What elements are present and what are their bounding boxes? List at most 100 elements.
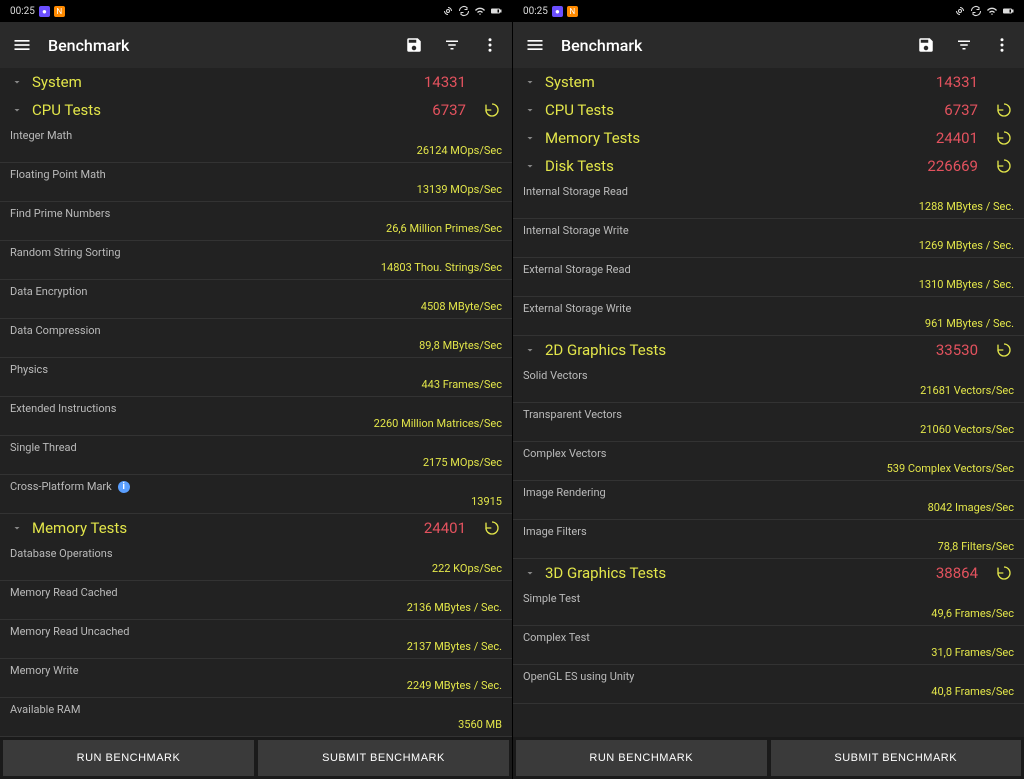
result-row[interactable]: Integer Math26124 MOps/Sec bbox=[0, 124, 512, 163]
result-row[interactable]: Internal Storage Write1269 MBytes / Sec. bbox=[513, 219, 1024, 258]
result-row[interactable]: Floating Point Math13139 MOps/Sec bbox=[0, 163, 512, 202]
result-row[interactable]: Solid Vectors21681 Vectors/Sec bbox=[513, 364, 1024, 403]
chevron-down-icon bbox=[523, 566, 537, 580]
result-value: 14803 Thou. Strings/Sec bbox=[10, 261, 502, 278]
result-row[interactable]: Data Encryption4508 MByte/Sec bbox=[0, 280, 512, 319]
result-label: Image Filters bbox=[523, 521, 1014, 540]
result-label: Data Compression bbox=[10, 320, 502, 339]
footer: RUN BENCHMARK SUBMIT BENCHMARK bbox=[513, 737, 1024, 779]
section-cpu[interactable]: CPU Tests 6737 bbox=[513, 96, 1024, 124]
phone-right: 00:25 ● N Benchmark System 14 bbox=[512, 0, 1024, 779]
result-label: Simple Test bbox=[523, 588, 1014, 607]
result-label: Internal Storage Write bbox=[523, 220, 1014, 239]
result-row[interactable]: Random String Sorting14803 Thou. Strings… bbox=[0, 241, 512, 280]
appbar-title: Benchmark bbox=[48, 36, 129, 55]
section-disk[interactable]: Disk Tests 226669 bbox=[513, 152, 1024, 180]
result-row[interactable]: Simple Test49,6 Frames/Sec bbox=[513, 587, 1024, 626]
result-label: Find Prime Numbers bbox=[10, 203, 502, 222]
save-icon[interactable] bbox=[402, 33, 426, 57]
filter-icon[interactable] bbox=[952, 33, 976, 57]
result-label: Extended Instructions bbox=[10, 398, 502, 417]
nfc-icon bbox=[442, 5, 454, 17]
result-value: 89,8 MBytes/Sec bbox=[10, 339, 502, 356]
result-row[interactable]: External Storage Write961 MBytes / Sec. bbox=[513, 297, 1024, 336]
chevron-down-icon bbox=[523, 103, 537, 117]
results-list[interactable]: System 14331 CPU Tests 6737 Memory Tests… bbox=[513, 68, 1024, 737]
more-icon[interactable] bbox=[478, 33, 502, 57]
section-score: 6737 bbox=[432, 101, 466, 119]
menu-icon[interactable] bbox=[523, 33, 547, 57]
result-label: Floating Point Math bbox=[10, 164, 502, 183]
section-2d[interactable]: 2D Graphics Tests 33530 bbox=[513, 336, 1024, 364]
appbar-title: Benchmark bbox=[561, 36, 642, 55]
results-list[interactable]: System 14331 CPU Tests 6737 Integer Math… bbox=[0, 68, 512, 737]
result-row[interactable]: Memory Read Cached2136 MBytes / Sec. bbox=[0, 581, 512, 620]
result-label: Physics bbox=[10, 359, 502, 378]
status-badge-icon: ● bbox=[552, 6, 563, 17]
result-row[interactable]: Image Filters78,8 Filters/Sec bbox=[513, 520, 1024, 559]
result-row[interactable]: Find Prime Numbers26,6 Million Primes/Se… bbox=[0, 202, 512, 241]
result-label: OpenGL ES using Unity bbox=[523, 666, 1014, 685]
result-label: Random String Sorting bbox=[10, 242, 502, 261]
result-label: Solid Vectors bbox=[523, 365, 1014, 384]
result-row[interactable]: Image Rendering8042 Images/Sec bbox=[513, 481, 1024, 520]
reload-icon[interactable] bbox=[482, 100, 502, 120]
section-score: 38864 bbox=[936, 564, 978, 582]
result-row[interactable]: Memory Read Uncached2137 MBytes / Sec. bbox=[0, 620, 512, 659]
result-row[interactable]: Single Thread2175 MOps/Sec bbox=[0, 436, 512, 475]
chevron-down-icon bbox=[523, 159, 537, 173]
battery-icon bbox=[1002, 5, 1014, 17]
run-benchmark-button[interactable]: RUN BENCHMARK bbox=[3, 740, 254, 776]
result-row[interactable]: Internal Storage Read1288 MBytes / Sec. bbox=[513, 180, 1024, 219]
section-memory[interactable]: Memory Tests 24401 bbox=[0, 514, 512, 542]
section-3d[interactable]: 3D Graphics Tests 38864 bbox=[513, 559, 1024, 587]
result-label: Complex Vectors bbox=[523, 443, 1014, 462]
result-value: 2136 MBytes / Sec. bbox=[10, 601, 502, 618]
submit-benchmark-button[interactable]: SUBMIT BENCHMARK bbox=[771, 740, 1022, 776]
save-icon[interactable] bbox=[914, 33, 938, 57]
chevron-down-icon bbox=[10, 75, 24, 89]
section-cpu[interactable]: CPU Tests 6737 bbox=[0, 96, 512, 124]
result-row[interactable]: Cross-Platform Marki13915 bbox=[0, 475, 512, 514]
section-system[interactable]: System 14331 bbox=[0, 68, 512, 96]
status-badge-icon: N bbox=[567, 6, 578, 17]
result-label: External Storage Read bbox=[523, 259, 1014, 278]
more-icon[interactable] bbox=[990, 33, 1014, 57]
result-label: Memory Read Uncached bbox=[10, 621, 502, 640]
statusbar: 00:25 ● N bbox=[0, 0, 512, 22]
section-system[interactable]: System 14331 bbox=[513, 68, 1024, 96]
status-badge-icon: ● bbox=[39, 6, 50, 17]
section-title: System bbox=[545, 73, 928, 91]
result-label: Memory Read Cached bbox=[10, 582, 502, 601]
filter-icon[interactable] bbox=[440, 33, 464, 57]
submit-benchmark-button[interactable]: SUBMIT BENCHMARK bbox=[258, 740, 509, 776]
reload-icon[interactable] bbox=[994, 563, 1014, 583]
nfc-icon bbox=[954, 5, 966, 17]
result-value: 1310 MBytes / Sec. bbox=[523, 278, 1014, 295]
result-row[interactable]: Available RAM3560 MB bbox=[0, 698, 512, 737]
result-row[interactable]: Data Compression89,8 MBytes/Sec bbox=[0, 319, 512, 358]
result-value: 2137 MBytes / Sec. bbox=[10, 640, 502, 657]
section-score: 226669 bbox=[927, 157, 978, 175]
reload-icon[interactable] bbox=[482, 518, 502, 538]
reload-icon[interactable] bbox=[994, 156, 1014, 176]
section-memory[interactable]: Memory Tests 24401 bbox=[513, 124, 1024, 152]
result-row[interactable]: Complex Test31,0 Frames/Sec bbox=[513, 626, 1024, 665]
result-row[interactable]: OpenGL ES using Unity40,8 Frames/Sec bbox=[513, 665, 1024, 704]
result-row[interactable]: Extended Instructions2260 Million Matric… bbox=[0, 397, 512, 436]
run-benchmark-button[interactable]: RUN BENCHMARK bbox=[516, 740, 767, 776]
reload-icon[interactable] bbox=[994, 128, 1014, 148]
menu-icon[interactable] bbox=[10, 33, 34, 57]
reload-icon[interactable] bbox=[994, 340, 1014, 360]
result-row[interactable]: Physics443 Frames/Sec bbox=[0, 358, 512, 397]
section-score: 6737 bbox=[944, 101, 978, 119]
info-icon[interactable]: i bbox=[118, 481, 130, 493]
result-row[interactable]: Memory Write2249 MBytes / Sec. bbox=[0, 659, 512, 698]
result-value: 8042 Images/Sec bbox=[523, 501, 1014, 518]
result-row[interactable]: External Storage Read1310 MBytes / Sec. bbox=[513, 258, 1024, 297]
result-row[interactable]: Database Operations222 KOps/Sec bbox=[0, 542, 512, 581]
chevron-down-icon bbox=[523, 131, 537, 145]
reload-icon[interactable] bbox=[994, 100, 1014, 120]
result-row[interactable]: Complex Vectors539 Complex Vectors/Sec bbox=[513, 442, 1024, 481]
result-row[interactable]: Transparent Vectors21060 Vectors/Sec bbox=[513, 403, 1024, 442]
